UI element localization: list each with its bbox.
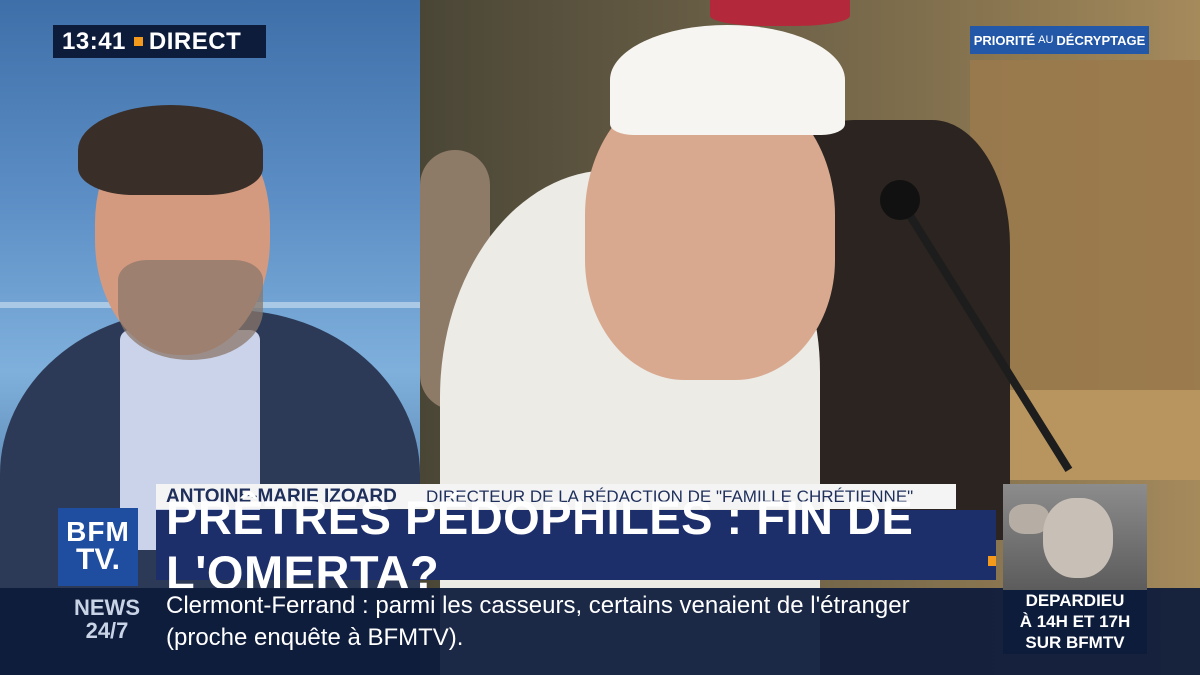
priority-tag: PRIORITÉ AU DÉCRYPTAGE (970, 26, 1149, 54)
priority-tag-part3: DÉCRYPTAGE (1056, 32, 1146, 48)
ticker-line1: Clermont-Ferrand : parmi les casseurs, c… (166, 592, 910, 619)
clock-time: 13:41 (62, 27, 126, 55)
promo-thumbnail (1003, 484, 1147, 590)
microphone-icon (880, 180, 920, 220)
ticker-line2: (proche enquête à BFMTV). (166, 624, 464, 651)
guest-hair (78, 105, 263, 195)
headline-dot-icon (988, 556, 996, 566)
headline-banner: PRÊTRES PÉDOPHILES : FIN DE L'OMERTA? (156, 491, 996, 599)
promo-text: DEPARDIEU À 14H ET 17H SUR BFMTV (1003, 590, 1147, 653)
promo-face (1043, 498, 1113, 578)
live-dot-icon (133, 37, 143, 46)
priority-tag-part2: AU (1038, 34, 1054, 46)
logo-line2: TV. (76, 543, 120, 577)
live-clock: 13:41 DIRECT (53, 25, 266, 58)
white-zucchetto (610, 25, 845, 135)
program-promo: DEPARDIEU À 14H ET 17H SUR BFMTV (1003, 484, 1147, 654)
promo-line2: À 14H ET 17H (1019, 612, 1131, 631)
guest-beard (118, 260, 263, 360)
live-label: DIRECT (148, 27, 242, 55)
news-label-line2: 24/7 (85, 618, 129, 643)
logo-line1: BFM (66, 516, 130, 548)
promo-line3: SUR BFMTV (1025, 633, 1125, 652)
bfmtv-logo: BFM TV. (58, 508, 138, 586)
promo-line1: DEPARDIEU (1025, 591, 1125, 610)
ticker-text: Clermont-Ferrand : parmi les casseurs, c… (166, 590, 996, 654)
news-24-7-label: NEWS 24/7 (72, 596, 142, 642)
news-label-line1: NEWS (74, 595, 140, 620)
headline-text: PRÊTRES PÉDOPHILES : FIN DE L'OMERTA? (166, 491, 914, 599)
priority-tag-part1: PRIORITÉ (973, 32, 1036, 48)
red-skullcap (710, 0, 850, 26)
